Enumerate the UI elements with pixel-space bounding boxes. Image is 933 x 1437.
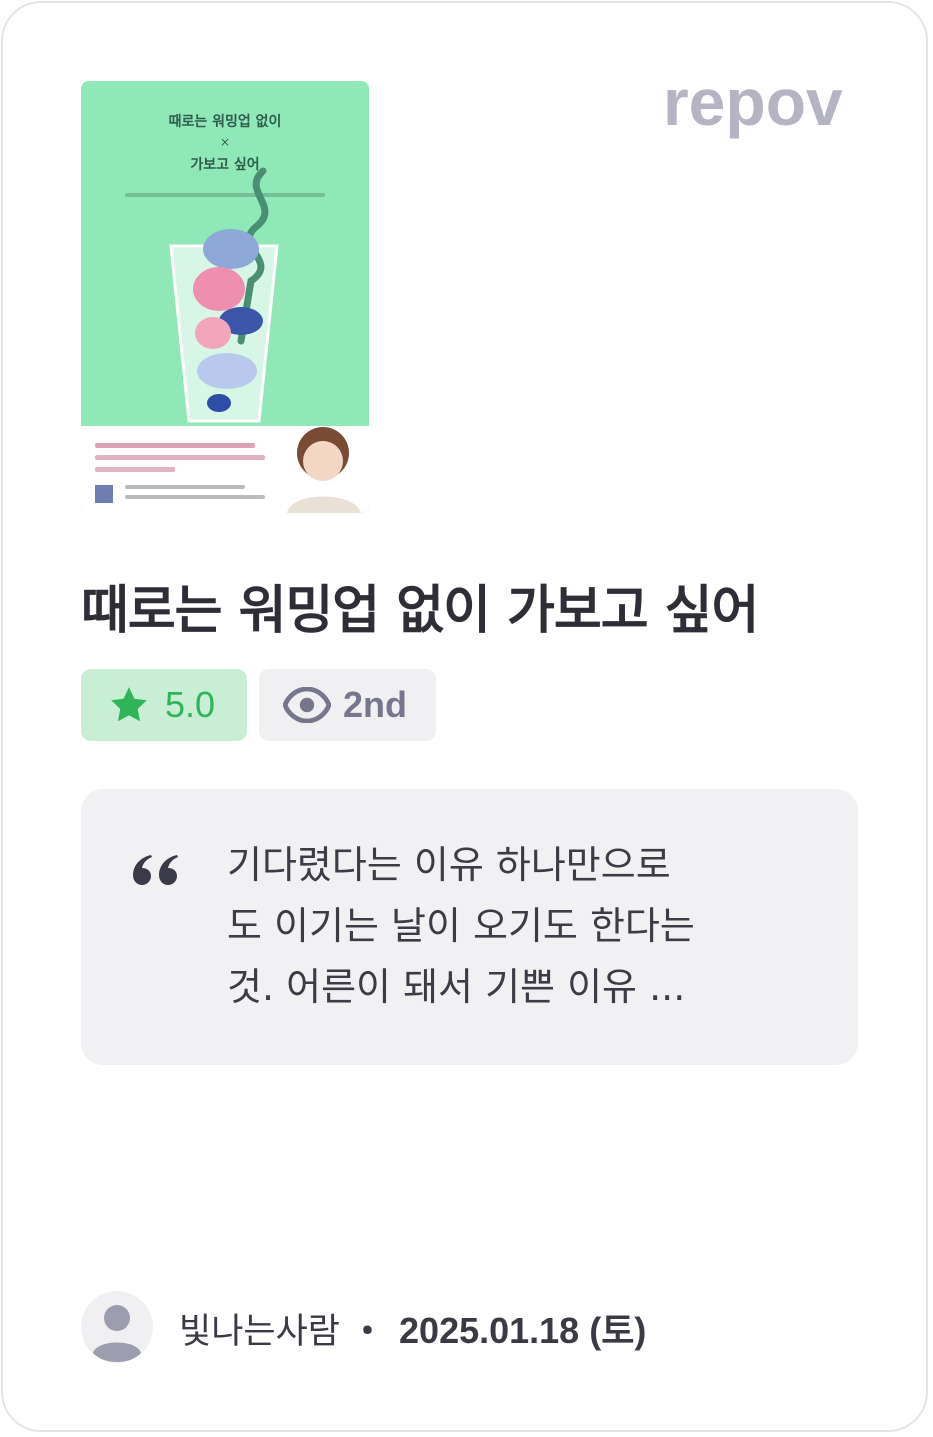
read-count-value: 2nd [343,684,408,725]
quote-line: 기다렸다는 이유 하나만으로 [227,843,671,887]
quote-line: 것. 어른이 돼서 기쁜 이유 ... [227,965,686,1009]
book-title: 때로는 워밍업 없이 가보고 싶어 [81,581,759,641]
review-card[interactable]: repov 때로는 워밍업 없이 × 가보고 싶어 때로는 워밍업 없이 가보고… [1,1,928,1432]
star-icon [111,687,147,722]
rating-badge: 5.0 [81,669,247,741]
read-count-badge: 2nd [259,669,436,741]
quote-text: 기다렸다는 이유 하나만으로 도 이기는 날이 오기도 한다는 것. 어른이 돼… [227,835,767,1018]
book-cover[interactable]: 때로는 워밍업 없이 × 가보고 싶어 [81,81,369,513]
svg-text:가보고 싶어: 가보고 싶어 [190,156,259,173]
author-name[interactable]: 빛나는사람 [179,1303,340,1354]
quote-icon [133,855,178,885]
user-avatar-icon[interactable] [81,1291,153,1363]
quote-box[interactable]: 기다렸다는 이유 하나만으로 도 이기는 날이 오기도 한다는 것. 어른이 돼… [81,789,858,1065]
svg-text:×: × [220,135,230,149]
rating-value: 5.0 [165,684,216,725]
book-cover-illustration: 때로는 워밍업 없이 × 가보고 싶어 [81,81,369,513]
repov-logo: repov [663,73,843,139]
meta-separator: ・ [350,1311,386,1352]
quote-line: 도 이기는 날이 오기도 한다는 [227,904,695,948]
review-date: 2025.01.18 (토) [399,1310,647,1351]
eye-icon [283,687,331,723]
svg-text:때로는 워밍업 없이: 때로는 워밍업 없이 [169,113,282,130]
review-meta: 빛나는사람 ・ 2025.01.18 (토) [179,1303,646,1353]
svg-text:repov: repov [663,73,843,139]
